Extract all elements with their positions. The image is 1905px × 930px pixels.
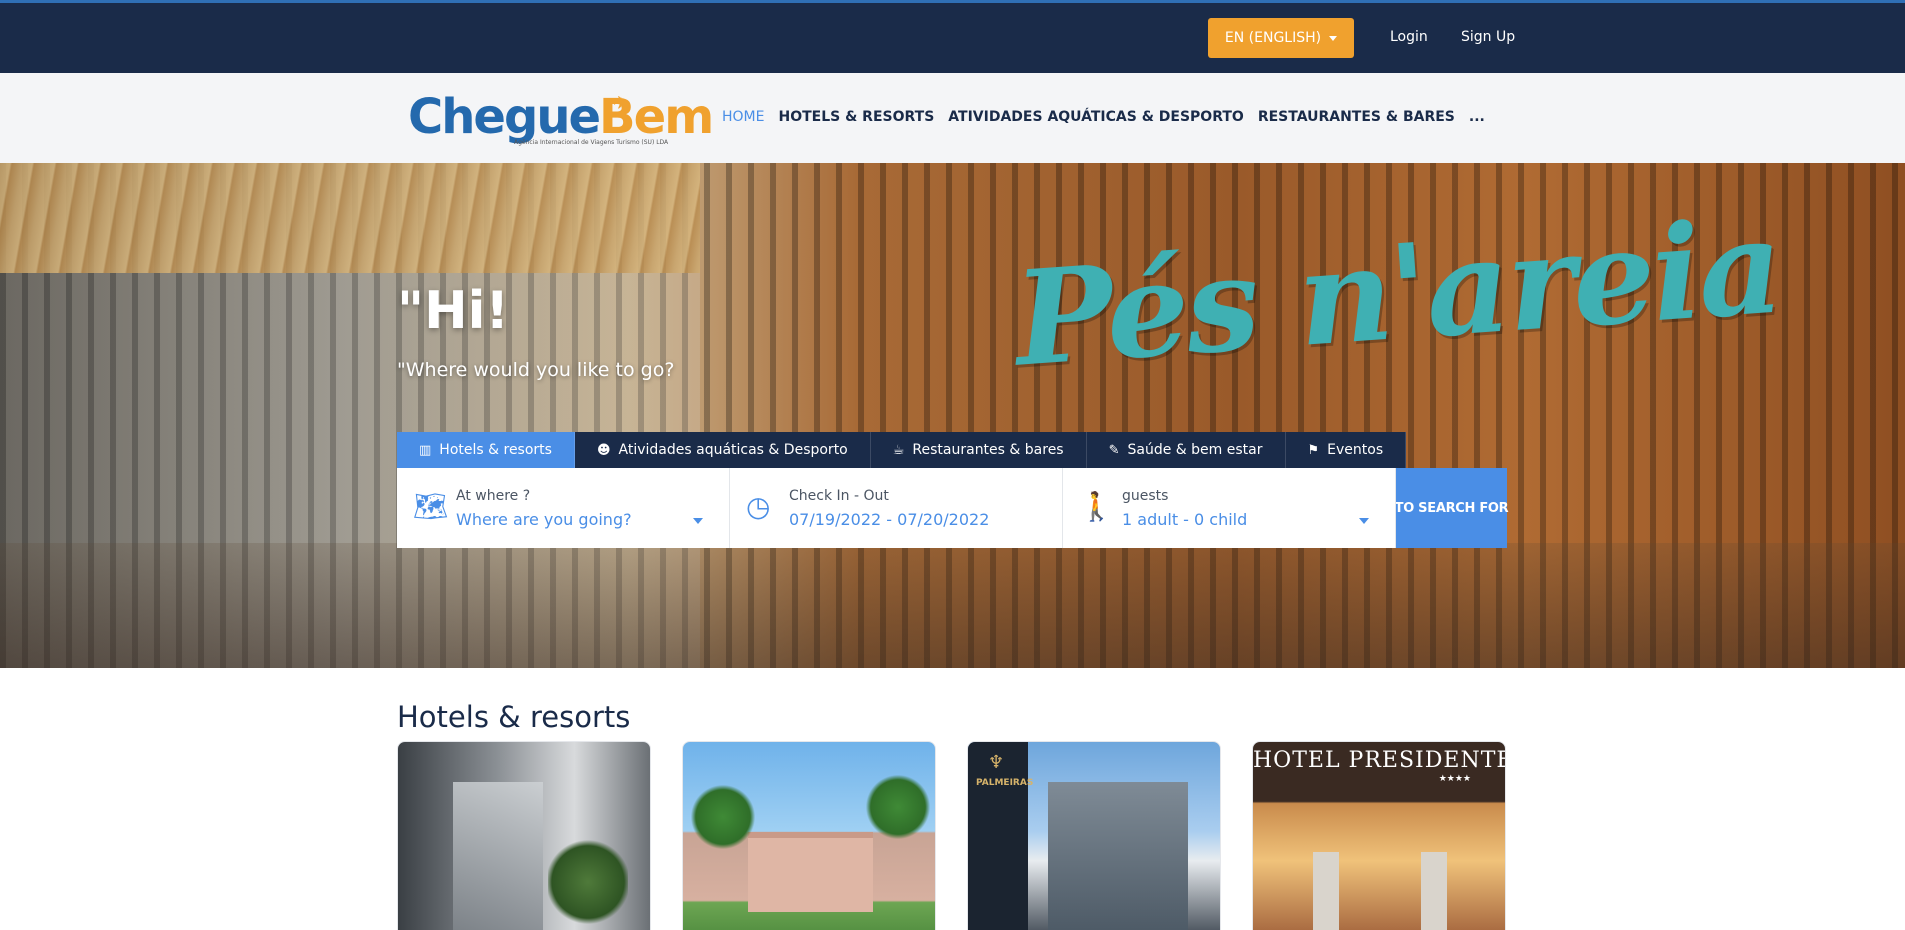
hero-sign: Pés n'areia [1010,189,1785,396]
hero-banner: Pés n'areia "Hi! "Where would you like t… [0,163,1905,668]
drink-icon: ☕ [892,442,905,458]
star-rating: ★★★★ [1438,774,1471,784]
search-button[interactable]: TO SEARCH FOR [1395,468,1509,548]
event-icon: ⚑ [1307,442,1320,458]
hotel-card[interactable] [397,741,651,930]
building-graphic [1048,782,1188,930]
hotel-card[interactable]: HOTEL PRESIDENTE ★★★★ [1252,741,1506,930]
logo-tagline: Agência Internacional de Viagens Turismo… [514,139,669,146]
column-graphic [1313,852,1339,930]
brand-logo[interactable]: ChegueBem ✈ Agência Internacional de Via… [408,93,714,153]
signup-link[interactable]: Sign Up [1461,29,1515,45]
language-dropdown[interactable]: EN (ENGLISH) [1208,18,1354,58]
guests-field[interactable]: 🚶 guests 1 adult - 0 child [1063,468,1396,548]
traveler-icon: 🚶 [1079,490,1114,523]
hero-floor [0,543,1905,668]
dates-field[interactable]: ◷ Check In - Out 07/19/2022 - 07/20/2022 [730,468,1063,548]
hotel-card[interactable] [682,741,936,930]
hotel-sign: PALMEIRAS [976,778,1034,788]
clock-icon: ◷ [746,490,771,523]
nav-item-home[interactable]: HOME [722,109,764,125]
tab-restaurants[interactable]: ☕ Restaurantes & bares [870,432,1087,468]
caret-down-icon [1329,36,1338,41]
hero-subtitle: "Where would you like to go? [397,359,675,381]
dates-label: Check In - Out [789,488,889,504]
hotel-card[interactable]: ♆ PALMEIRAS [967,741,1221,930]
hero-roof [0,163,700,273]
tab-label: Restaurantes & bares [912,442,1064,458]
login-link[interactable]: Login [1390,29,1428,45]
tab-activities[interactable]: ☻ Atividades aquáticas & Desporto [574,432,871,468]
building-icon: ▥ [419,442,432,458]
chevron-down-icon [693,518,703,524]
palm-graphic [863,772,933,842]
guests-label: guests [1122,488,1169,504]
section-title: Hotels & resorts [397,700,631,734]
logo-wordmark: ChegueBem [408,93,714,141]
column-graphic [1421,852,1447,930]
palm-logo-icon: ♆ [988,752,1005,773]
top-bar: EN (ENGLISH) Login Sign Up [0,0,1905,73]
language-label: EN (ENGLISH) [1224,30,1322,46]
logo-part1: Chegue [408,89,601,145]
destination-label: At where ? [456,488,531,504]
chevron-down-icon [1359,518,1369,524]
plane-icon: ✈ [613,93,629,114]
tab-events[interactable]: ⚑ Eventos [1285,432,1407,468]
nav-menu: HOME HOTELS & RESORTS ATIVIDADES AQUÁTIC… [722,109,1485,125]
hotel-image [453,782,543,930]
hotel-sign: HOTEL PRESIDENTE [1253,748,1506,773]
plant-graphic [548,837,628,927]
spa-icon: ✎ [1108,442,1120,458]
diver-icon: ☻ [596,442,611,458]
tab-label: Saúde & bem estar [1127,442,1263,458]
tab-health[interactable]: ✎ Saúde & bem estar [1086,432,1286,468]
tab-label: Hotels & resorts [439,442,552,458]
hero-title: "Hi! [397,281,510,341]
main-navbar: ChegueBem ✈ Agência Internacional de Via… [0,73,1905,163]
category-tabs: ▥ Hotels & resorts ☻ Atividades aquática… [397,432,1407,468]
destination-value: Where are you going? [456,510,632,529]
destination-field[interactable]: 🗺 At where ? Where are you going? [397,468,730,548]
nav-item-restaurants[interactable]: RESTAURANTES & BARES [1258,109,1455,125]
tab-label: Atividades aquáticas & Desporto [618,442,848,458]
nav-more-menu[interactable]: ... [1469,109,1485,125]
nav-item-activities[interactable]: ATIVIDADES AQUÁTICAS & DESPORTO [948,109,1244,125]
search-form: 🗺 At where ? Where are you going? ◷ Chec… [397,468,1509,548]
tab-hotels[interactable]: ▥ Hotels & resorts [397,432,575,468]
guests-value: 1 adult - 0 child [1122,510,1248,529]
nav-item-hotels[interactable]: HOTELS & RESORTS [778,109,934,125]
hotel-cards: ♆ PALMEIRAS HOTEL PRESIDENTE ★★★★ [397,741,1506,930]
map-icon: 🗺 [413,490,449,523]
dates-value: 07/19/2022 - 07/20/2022 [789,510,990,529]
hotel-image [748,832,873,912]
palm-graphic [688,782,758,852]
tab-label: Eventos [1327,442,1384,458]
